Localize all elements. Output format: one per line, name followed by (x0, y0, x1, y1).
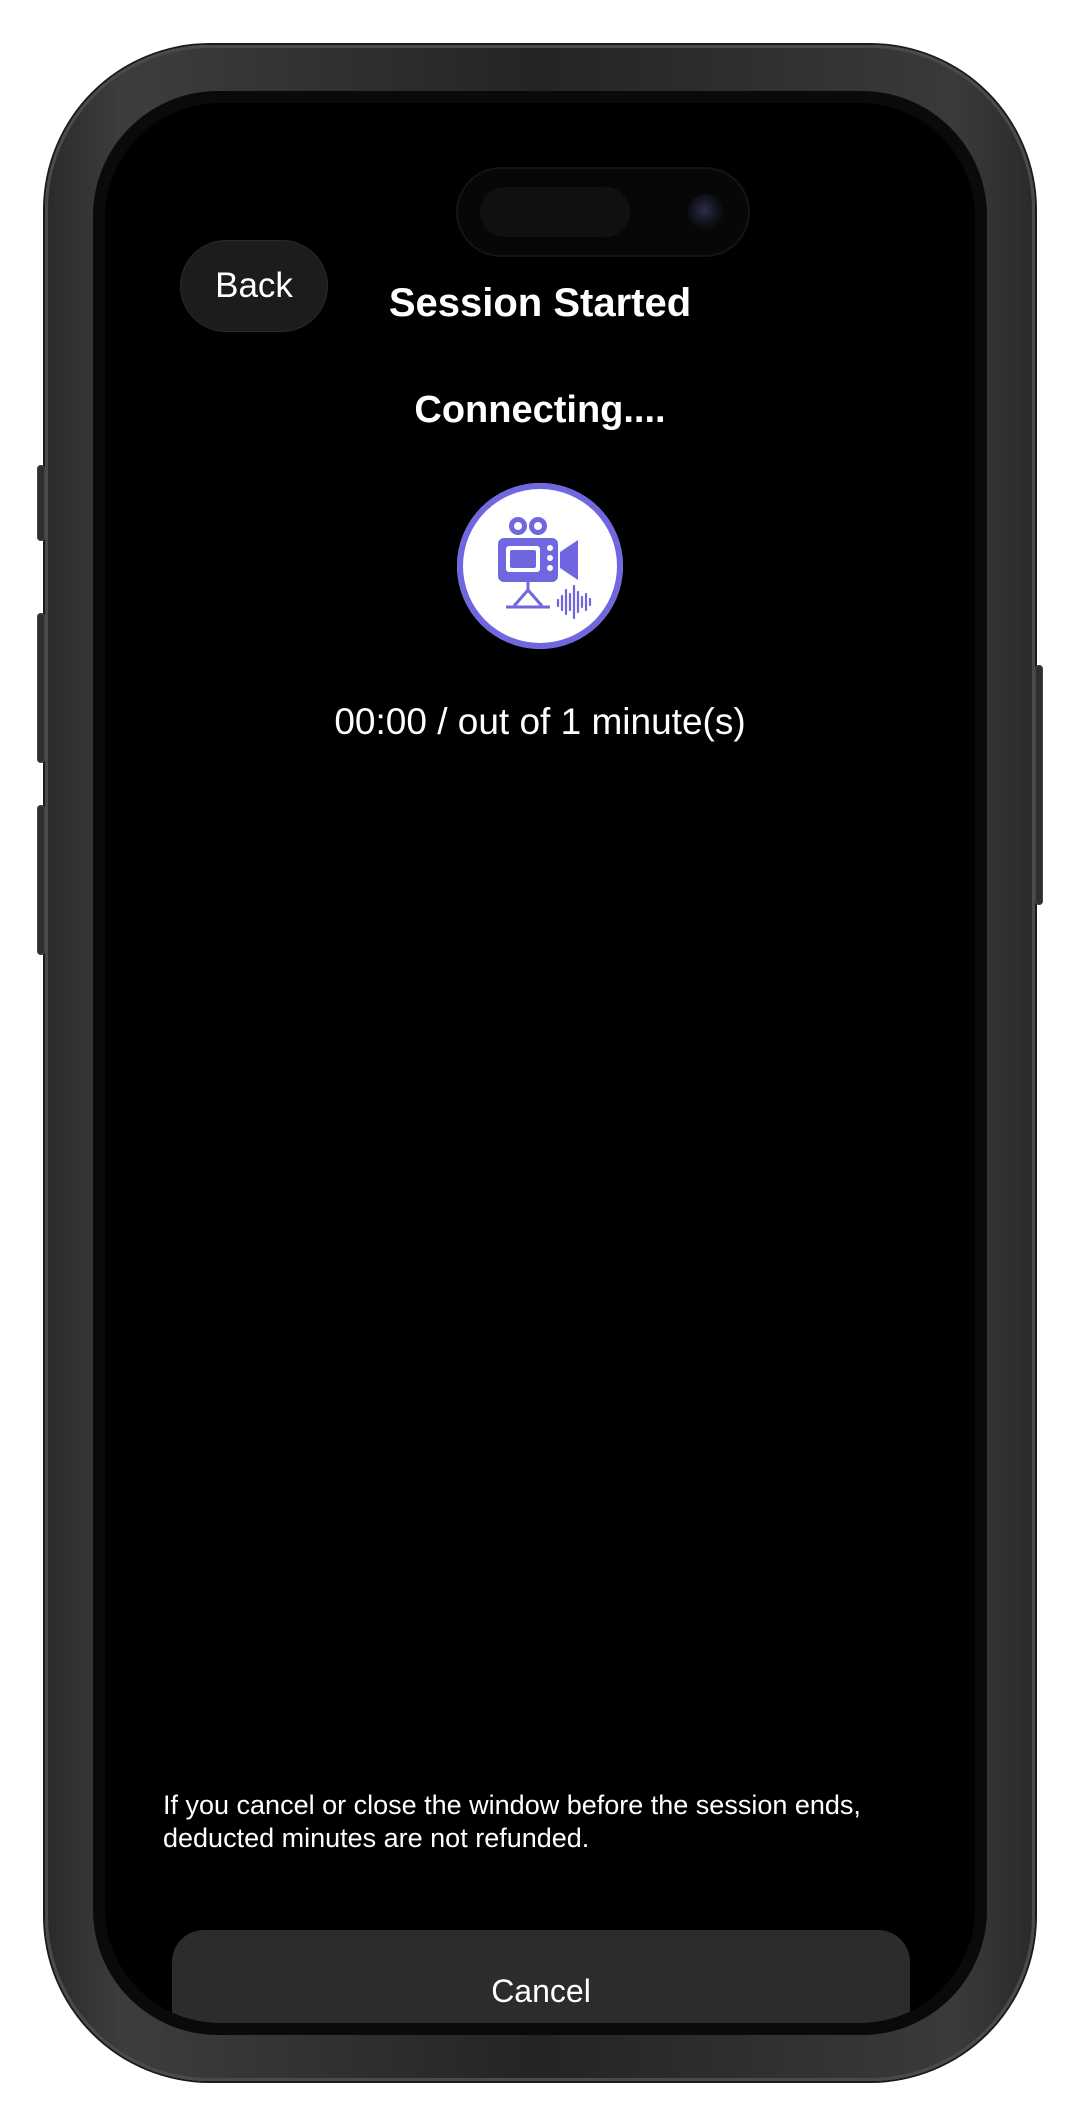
connection-status: Connecting.... (414, 389, 666, 431)
refund-disclaimer: If you cancel or close the window before… (163, 1789, 943, 1855)
disclaimer-line: If you cancel or close the window before… (163, 1790, 861, 1820)
video-camera-icon (498, 517, 592, 620)
app-screen: Back Session Started Connecting.... 00:0… (105, 103, 975, 2023)
power-button (1035, 665, 1043, 905)
session-avatar (457, 483, 623, 649)
action-button (37, 465, 45, 541)
cancel-button[interactable]: Cancel (172, 1930, 910, 2023)
volume-down-button (37, 805, 45, 955)
session-timer: 00:00 / out of 1 minute(s) (334, 701, 746, 742)
volume-up-button (37, 613, 45, 763)
front-camera-icon (688, 194, 724, 230)
disclaimer-line: deducted minutes are not refunded. (163, 1823, 590, 1853)
dynamic-island (458, 169, 748, 255)
phone-bezel: Back Session Started Connecting.... 00:0… (93, 91, 987, 2035)
phone-frame: Back Session Started Connecting.... 00:0… (37, 45, 1043, 2081)
island-sensor (480, 187, 630, 237)
page-title: Session Started (388, 281, 692, 325)
